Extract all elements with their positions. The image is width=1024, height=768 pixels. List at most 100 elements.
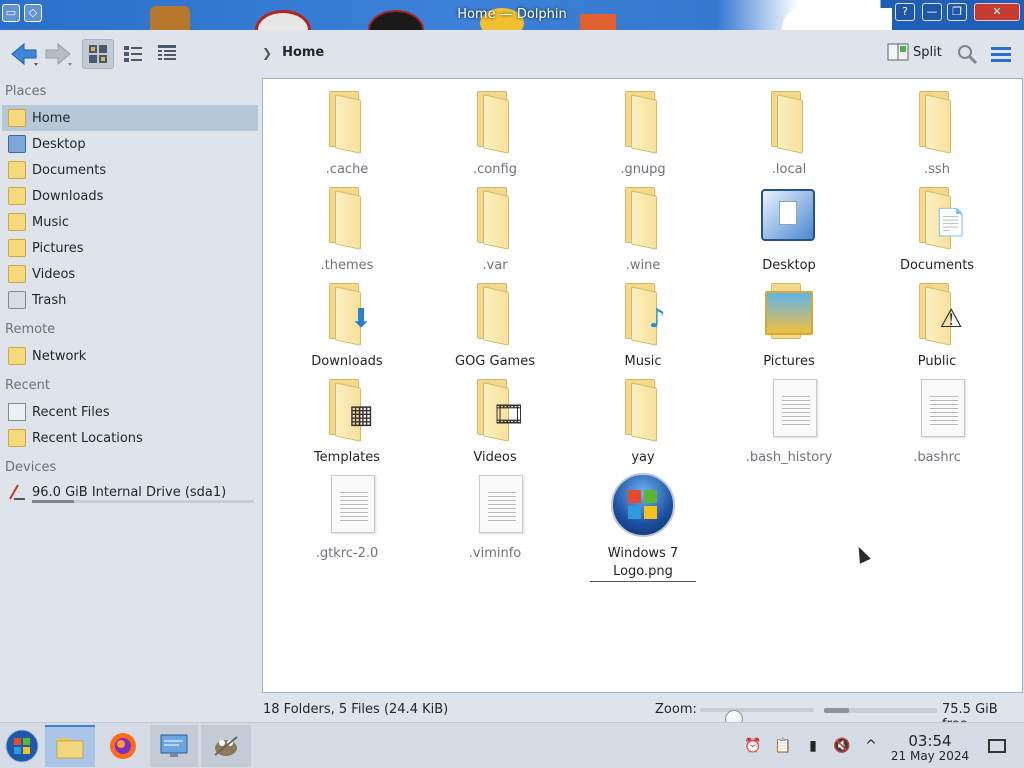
recent-locations-icon <box>8 429 26 447</box>
show-desktop-button[interactable] <box>988 739 1006 753</box>
file-item[interactable]: 🎞 Videos <box>435 377 555 467</box>
maximize-button[interactable]: ❐ <box>947 3 967 21</box>
taskbar-dolphin[interactable] <box>45 725 95 767</box>
icons-view-button[interactable] <box>82 39 114 69</box>
file-item[interactable]: .viminfo <box>435 473 555 563</box>
sidebar-item-label: Music <box>32 214 69 230</box>
forward-button[interactable] <box>42 39 76 69</box>
file-name: .config <box>473 162 517 177</box>
taskbar-firefox[interactable] <box>98 725 148 767</box>
pictures-folder-icon <box>757 281 821 345</box>
downloads-folder-icon <box>8 187 26 205</box>
free-space-bar <box>824 708 937 713</box>
file-item[interactable]: Windows 7 Logo.png <box>583 473 703 582</box>
recent-files-icon <box>8 403 26 421</box>
file-name: Downloads <box>311 354 383 369</box>
file-name: .cache <box>325 162 369 177</box>
file-item[interactable]: ⚠ Public <box>877 281 997 371</box>
videos-folder-icon <box>8 265 26 283</box>
help-button[interactable]: ? <box>895 3 915 21</box>
folder-icon <box>315 185 379 250</box>
volume-muted-icon[interactable]: 🔇 <box>831 735 853 757</box>
file-item[interactable]: .bash_history <box>729 377 849 467</box>
file-item[interactable]: Desktop <box>729 185 849 275</box>
clock-time[interactable]: 03:54 <box>890 732 970 750</box>
compact-view-button[interactable] <box>118 39 148 69</box>
file-item[interactable]: .config <box>435 89 555 179</box>
music-folder-icon <box>8 213 26 231</box>
minimize-button[interactable]: — <box>922 3 942 21</box>
sidebar-item-trash[interactable]: Trash <box>2 287 258 313</box>
file-item[interactable]: Pictures <box>729 281 849 371</box>
clipboard-icon[interactable]: 📋 <box>772 735 794 757</box>
file-name: .viminfo <box>468 546 522 561</box>
file-item[interactable]: .bashrc <box>877 377 997 467</box>
status-bar: 18 Folders, 5 Files (24.4 KiB) Zoom: 75.… <box>262 698 1024 732</box>
folder-icon: ♪ <box>611 281 675 346</box>
file-name: .wine <box>625 258 661 273</box>
file-item[interactable]: .var <box>435 185 555 275</box>
sidebar-item-pictures[interactable]: Pictures <box>2 235 258 261</box>
details-list-icon <box>158 45 176 60</box>
hamburger-menu-button[interactable] <box>990 44 1012 64</box>
file-item[interactable]: 📄 Documents <box>877 185 997 275</box>
breadcrumb-home[interactable]: Home <box>282 45 324 60</box>
folder-icon <box>463 185 527 250</box>
folder-icon <box>611 377 675 442</box>
notifications-icon[interactable]: ⏰ <box>742 735 764 757</box>
clock-date[interactable]: 21 May 2024 <box>884 749 976 763</box>
arrow-right-icon <box>45 42 72 66</box>
file-name: .bashrc <box>913 450 961 465</box>
sidebar-item-network[interactable]: Network <box>2 343 258 369</box>
sidebar-item-downloads[interactable]: Downloads <box>2 183 258 209</box>
network-folder-icon <box>8 347 26 365</box>
file-item[interactable]: .gnupg <box>583 89 703 179</box>
breadcrumb[interactable]: ❯ Home <box>262 45 324 60</box>
split-button[interactable]: Split <box>887 42 942 62</box>
sidebar-item-music[interactable]: Music <box>2 209 258 235</box>
sidebar-item-label: Home <box>32 110 71 126</box>
text-file-icon <box>463 473 527 537</box>
file-item[interactable]: .local <box>729 89 849 179</box>
window-titlebar[interactable]: ▭ ◇ Home — Dolphin ? — ❐ ✕ <box>0 0 1024 30</box>
sidebar-item-desktop[interactable]: Desktop <box>2 131 258 157</box>
file-item[interactable]: ▦ Templates <box>287 377 407 467</box>
sidebar-item-recent-files[interactable]: Recent Files <box>2 399 258 425</box>
file-item[interactable]: .ssh <box>877 89 997 179</box>
file-item[interactable]: ♪ Music <box>583 281 703 371</box>
details-view-button[interactable] <box>152 39 182 69</box>
sidebar-item-home[interactable]: Home <box>2 105 258 131</box>
file-name: .local <box>771 162 807 177</box>
file-item[interactable]: .wine <box>583 185 703 275</box>
file-item[interactable]: ⬇ Downloads <box>287 281 407 371</box>
toolbar <box>0 30 1024 78</box>
search-button[interactable] <box>956 43 978 65</box>
back-button[interactable] <box>8 39 42 69</box>
file-item[interactable]: GOG Games <box>435 281 555 371</box>
sidebar-item-recent-locations[interactable]: Recent Locations <box>2 425 258 451</box>
folder-icon <box>463 281 527 346</box>
folder-icon <box>611 185 675 250</box>
sidebar-item-documents[interactable]: Documents <box>2 157 258 183</box>
sidebar-item-videos[interactable]: Videos <box>2 261 258 287</box>
start-menu-button[interactable] <box>2 725 42 767</box>
folder-icon: 📄 <box>905 185 969 250</box>
folder-icon: ▦ <box>315 377 379 442</box>
text-file-icon <box>905 377 969 441</box>
sidebar-item-label: Downloads <box>32 188 104 204</box>
file-item[interactable]: .cache <box>287 89 407 179</box>
split-view-icon <box>887 43 909 61</box>
file-item[interactable]: .gtkrc-2.0 <box>287 473 407 563</box>
file-item[interactable]: yay <box>583 377 703 467</box>
file-name: .themes <box>320 258 374 273</box>
recent-section-title: Recent <box>5 378 50 393</box>
chevron-up-icon[interactable]: ^ <box>860 735 882 757</box>
file-item[interactable]: .themes <box>287 185 407 275</box>
file-view[interactable]: .cache .config .gnupg .local .ssh .themes .var… <box>262 78 1023 693</box>
zoom-slider[interactable] <box>700 708 814 728</box>
system-monitor-icon <box>160 734 188 757</box>
taskbar-gimp[interactable] <box>201 725 251 767</box>
close-button[interactable]: ✕ <box>974 3 1020 21</box>
taskbar-system-monitor[interactable] <box>150 725 198 767</box>
battery-icon[interactable]: ▮ <box>802 735 824 757</box>
